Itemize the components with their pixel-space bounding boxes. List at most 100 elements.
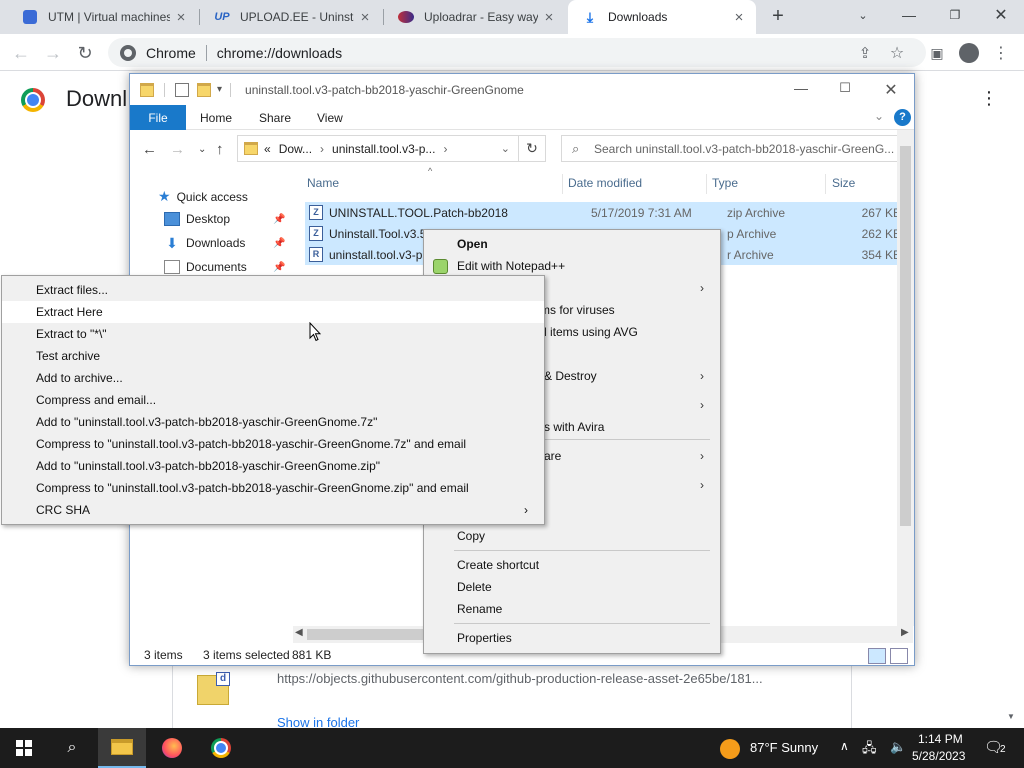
- clock-date[interactable]: 5/28/2023: [912, 749, 965, 763]
- menu-item-delete[interactable]: Delete: [424, 576, 720, 598]
- weather-text[interactable]: 87°F Sunny: [750, 740, 818, 755]
- tab-uploadrar[interactable]: Uploadrar - Easy way t ×: [384, 0, 566, 34]
- zip-item-compress-email[interactable]: Compress and email...: [2, 389, 544, 411]
- properties-icon[interactable]: [175, 82, 189, 97]
- back-icon[interactable]: ←: [8, 40, 34, 66]
- back-icon[interactable]: ←: [142, 141, 157, 158]
- customize-toolbar-icon[interactable]: ▾: [217, 84, 222, 95]
- tab-upload-ee[interactable]: UP UPLOAD.EE - Uninstall ×: [200, 0, 382, 34]
- download-url[interactable]: https://objects.githubusercontent.com/gi…: [277, 671, 763, 686]
- minimize-button[interactable]: —: [786, 80, 816, 96]
- column-header-type[interactable]: Type: [712, 176, 738, 190]
- zip-item-compress-7z-email[interactable]: Compress to "uninstall.tool.v3-patch-bb2…: [2, 433, 544, 455]
- close-window-button[interactable]: ✕: [876, 80, 906, 100]
- new-folder-icon[interactable]: [197, 82, 211, 97]
- start-button[interactable]: [0, 728, 48, 768]
- scroll-right-icon[interactable]: ▶: [901, 627, 909, 638]
- zip-item-compress-zip-email[interactable]: Compress to "uninstall.tool.v3-patch-bb2…: [2, 477, 544, 499]
- address-dropdown-icon[interactable]: ⌄: [501, 142, 510, 155]
- clock-time[interactable]: 1:14 PM: [918, 732, 963, 746]
- taskbar-firefox[interactable]: [148, 728, 196, 768]
- network-icon[interactable]: 🖧: [862, 739, 877, 761]
- column-header-size[interactable]: Size: [832, 176, 855, 190]
- close-window-button[interactable]: ✕: [978, 0, 1024, 30]
- ribbon-file-tab[interactable]: File: [130, 105, 186, 130]
- refresh-icon[interactable]: ↻: [519, 135, 546, 162]
- address-overflow[interactable]: «: [264, 142, 271, 156]
- taskbar-file-explorer[interactable]: [98, 728, 146, 768]
- vertical-scrollbar[interactable]: [897, 130, 914, 626]
- scroll-down-icon[interactable]: ▼: [1007, 712, 1015, 721]
- zip-item-add-to-zip[interactable]: Add to "uninstall.tool.v3-patch-bb2018-y…: [2, 455, 544, 477]
- large-icons-view-icon[interactable]: [890, 648, 908, 664]
- taskbar-chrome[interactable]: [197, 728, 245, 768]
- forward-icon[interactable]: →: [40, 40, 66, 66]
- menu-item-copy[interactable]: Copy: [424, 525, 720, 547]
- file-row[interactable]: Z UNINSTALL.TOOL.Patch-bb2018 5/17/2019 …: [305, 202, 902, 223]
- address-bar[interactable]: « Dow... › uninstall.tool.v3-p... › ⌄: [237, 135, 519, 162]
- column-separator[interactable]: [706, 174, 707, 194]
- scroll-left-icon[interactable]: ◀: [295, 627, 303, 638]
- tab-search-icon[interactable]: ⌄: [840, 0, 886, 30]
- ribbon-home-tab[interactable]: Home: [200, 111, 232, 125]
- menu-item-properties[interactable]: Properties: [424, 627, 720, 649]
- column-header-date[interactable]: Date modified: [568, 176, 642, 190]
- recent-locations-icon[interactable]: ⌄: [198, 144, 206, 155]
- close-icon[interactable]: ×: [170, 9, 192, 26]
- menu-item-create-shortcut[interactable]: Create shortcut: [424, 554, 720, 576]
- omnibox[interactable]: Chrome chrome://downloads: [108, 38, 926, 67]
- close-icon[interactable]: ×: [538, 9, 560, 26]
- details-view-icon[interactable]: [868, 648, 886, 664]
- column-separator[interactable]: [562, 174, 563, 194]
- chevron-right-icon[interactable]: ›: [443, 142, 447, 156]
- zip-item-add-to-7z[interactable]: Add to "uninstall.tool.v3-patch-bb2018-y…: [2, 411, 544, 433]
- nav-desktop[interactable]: Desktop: [164, 212, 230, 226]
- up-icon[interactable]: ↑: [216, 141, 224, 158]
- scrollbar-thumb[interactable]: [900, 146, 911, 526]
- zip-item-add-to-archive[interactable]: Add to archive...: [2, 367, 544, 389]
- close-icon[interactable]: ×: [354, 9, 376, 26]
- search-button[interactable]: ⌕: [48, 728, 96, 768]
- forward-icon[interactable]: →: [170, 141, 185, 158]
- chrome-menu-icon[interactable]: ⋮: [988, 40, 1014, 66]
- help-icon[interactable]: ?: [894, 109, 911, 126]
- volume-icon[interactable]: 🔈: [890, 739, 906, 755]
- menu-item-open[interactable]: Open: [424, 233, 720, 255]
- expand-ribbon-icon[interactable]: ⌄: [874, 109, 884, 123]
- close-icon[interactable]: ×: [728, 9, 750, 26]
- profile-avatar-icon[interactable]: [956, 40, 982, 66]
- more-options-icon[interactable]: ⋮: [980, 88, 998, 109]
- address-segment-downloads[interactable]: Dow...: [279, 142, 312, 156]
- nav-documents[interactable]: Documents: [164, 260, 247, 274]
- ribbon-share-tab[interactable]: Share: [259, 111, 291, 125]
- column-separator[interactable]: [825, 174, 826, 194]
- menu-item-rename[interactable]: Rename: [424, 598, 720, 620]
- menu-item-edit-notepad[interactable]: Edit with Notepad++: [424, 255, 720, 277]
- nav-quick-access[interactable]: ★ Quick access: [158, 188, 248, 205]
- share-icon[interactable]: ⇪: [852, 40, 878, 66]
- zip-item-extract-files[interactable]: Extract files...: [2, 279, 544, 301]
- nav-downloads[interactable]: ⬇ Downloads: [164, 236, 245, 250]
- maximize-button[interactable]: ☐: [830, 80, 860, 96]
- tab-downloads[interactable]: ⤓ Downloads ×: [568, 0, 756, 34]
- zip-item-extract-here[interactable]: Extract Here: [2, 301, 544, 323]
- new-tab-button[interactable]: +: [766, 4, 790, 28]
- zip-item-crc-sha[interactable]: CRC SHA ›: [2, 499, 544, 521]
- address-segment-folder[interactable]: uninstall.tool.v3-p...: [332, 142, 435, 156]
- restore-button[interactable]: ❐: [932, 0, 978, 30]
- scrollbar-thumb[interactable]: [307, 629, 427, 640]
- file-size: 267 KB: [861, 205, 901, 220]
- side-panel-icon[interactable]: ▣: [924, 40, 950, 66]
- search-input[interactable]: ⌕ Search uninstall.tool.v3-patch-bb2018-…: [561, 135, 901, 162]
- minimize-button[interactable]: —: [886, 0, 932, 30]
- omnibox-url[interactable]: chrome://downloads: [217, 45, 342, 61]
- zip-item-test-archive[interactable]: Test archive: [2, 345, 544, 367]
- reload-icon[interactable]: ↻: [72, 40, 98, 66]
- chevron-right-icon[interactable]: ›: [320, 142, 324, 156]
- tab-utm[interactable]: UTM | Virtual machines ×: [8, 0, 198, 34]
- bookmark-star-icon[interactable]: ☆: [884, 40, 910, 66]
- column-header-name[interactable]: Name: [307, 176, 339, 190]
- zip-item-extract-to[interactable]: Extract to "*\": [2, 323, 544, 345]
- show-hidden-icons[interactable]: ∧: [840, 739, 849, 753]
- ribbon-view-tab[interactable]: View: [317, 111, 343, 125]
